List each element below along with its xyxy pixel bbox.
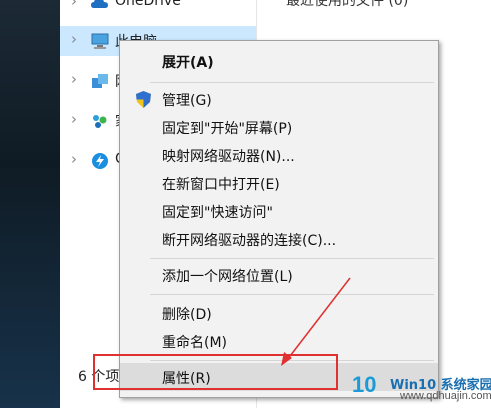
menu-item-disconnect-drive[interactable]: 断开网络驱动器的连接(C)... xyxy=(120,225,438,253)
chevron-right-icon[interactable]: › xyxy=(71,150,77,168)
chevron-right-icon[interactable]: › xyxy=(71,70,77,88)
nav-item-onedrive[interactable]: › OneDrive xyxy=(60,0,256,18)
computer-icon xyxy=(91,33,109,49)
desktop-background xyxy=(0,0,60,408)
menu-separator xyxy=(150,82,434,83)
menu-item-expand[interactable]: 展开(A) xyxy=(120,47,438,75)
cloud-icon xyxy=(91,0,108,8)
nav-label-onedrive: OneDrive xyxy=(115,0,181,9)
menu-separator xyxy=(150,294,434,295)
library-icon xyxy=(92,74,108,88)
menu-item-map-drive[interactable]: 映射网络驱动器(N)... xyxy=(120,141,438,169)
shield-icon xyxy=(136,91,151,108)
watermark: 10 Win10 系统家园 www.qdhuajin.com xyxy=(348,370,491,408)
menu-label-rename: 重命名(M) xyxy=(162,335,228,351)
menu-separator xyxy=(150,258,434,259)
menu-item-manage[interactable]: 管理(G) xyxy=(120,85,438,113)
recent-files-header[interactable]: 最近使用的文件 (0) xyxy=(286,0,408,10)
lightning-globe-icon xyxy=(92,153,108,169)
menu-label-pin-start: 固定到"开始"屏幕(P) xyxy=(162,121,293,137)
chevron-right-icon[interactable]: › xyxy=(71,0,77,10)
context-menu: 展开(A) 管理(G) 固定到"开始"屏幕(P) 映射网络驱动器(N)... 在… xyxy=(119,40,439,398)
homegroup-icon xyxy=(93,115,107,128)
menu-label-disconnect-drive: 断开网络驱动器的连接(C)... xyxy=(162,233,337,249)
menu-item-add-network-location[interactable]: 添加一个网络位置(L) xyxy=(120,261,438,289)
menu-item-rename[interactable]: 重命名(M) xyxy=(120,327,438,355)
menu-item-delete[interactable]: 删除(D) xyxy=(120,299,438,327)
chevron-right-icon[interactable]: › xyxy=(71,110,77,128)
watermark-logo: 10 xyxy=(352,372,377,397)
menu-label-expand: 展开(A) xyxy=(162,55,214,71)
menu-label-manage: 管理(G) xyxy=(162,93,212,109)
menu-label-add-network-location: 添加一个网络位置(L) xyxy=(162,269,293,285)
menu-item-pin-quick-access[interactable]: 固定到"快速访问" xyxy=(120,197,438,225)
menu-item-pin-start[interactable]: 固定到"开始"屏幕(P) xyxy=(120,113,438,141)
menu-label-open-new-window: 在新窗口中打开(E) xyxy=(162,177,280,193)
annotation-highlight-box xyxy=(93,354,338,390)
menu-label-map-drive: 映射网络驱动器(N)... xyxy=(162,149,295,165)
menu-label-delete: 删除(D) xyxy=(162,307,212,323)
chevron-right-icon[interactable]: › xyxy=(71,30,77,48)
watermark-url: www.qdhuajin.com xyxy=(400,390,491,402)
menu-item-open-new-window[interactable]: 在新窗口中打开(E) xyxy=(120,169,438,197)
menu-label-pin-quick-access: 固定到"快速访问" xyxy=(162,205,273,221)
